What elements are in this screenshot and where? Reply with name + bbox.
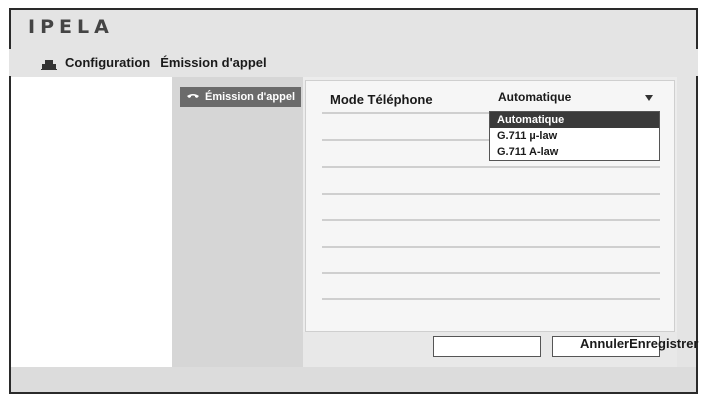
sidebar-item-emission-appel[interactable]: Émission d'appel <box>180 87 301 107</box>
row-divider <box>322 166 660 168</box>
dropdown-option-automatique[interactable]: Automatique <box>490 112 659 128</box>
chevron-down-icon[interactable] <box>645 95 653 101</box>
status-bar <box>11 367 696 392</box>
row-divider <box>322 298 660 300</box>
dropdown-option-g711-mu-law[interactable]: G.711 µ-law <box>490 128 659 144</box>
row-divider <box>322 272 660 274</box>
dropdown-option-g711-a-law[interactable]: G.711 A-law <box>490 144 659 160</box>
button-labels: AnnulerEnregistrer <box>580 336 699 351</box>
breadcrumb: Configuration Émission d'appel <box>9 49 698 76</box>
row-divider <box>322 246 660 248</box>
camera-config-icon <box>41 57 57 70</box>
mode-telephone-label: Mode Téléphone <box>330 92 433 107</box>
page-title: Configuration <box>65 55 151 70</box>
row-divider <box>322 219 660 221</box>
save-button-label: Enregistrer <box>629 336 699 351</box>
menu-column <box>172 77 303 367</box>
brand-logo: IPELA <box>28 16 114 38</box>
section-title: Émission d'appel <box>160 55 267 70</box>
row-divider <box>322 193 660 195</box>
sidebar-item-label: Émission d'appel <box>205 91 296 103</box>
mode-telephone-select[interactable]: Automatique <box>498 90 571 104</box>
phone-icon <box>186 93 200 102</box>
cancel-button-label: Annuler <box>580 336 630 351</box>
cancel-button[interactable] <box>433 336 541 357</box>
mode-telephone-dropdown: Automatique G.711 µ-law G.711 A-law <box>489 111 660 161</box>
left-pane <box>11 77 172 367</box>
